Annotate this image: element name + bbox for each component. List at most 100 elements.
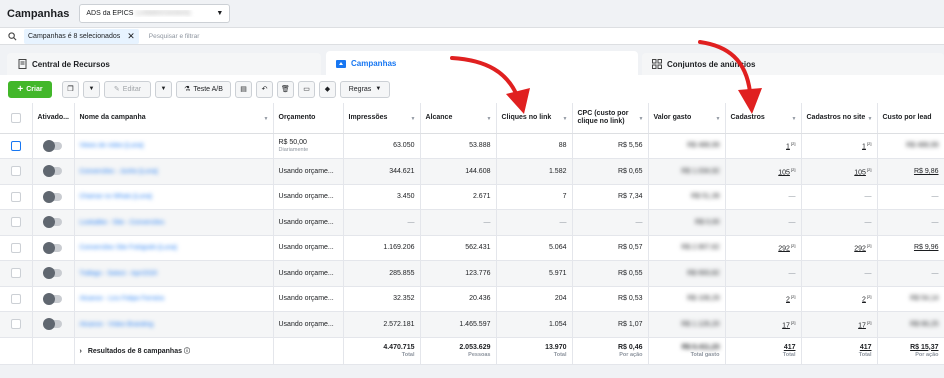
- campaign-name[interactable]: Conversões - Junho [Luna]: [80, 168, 158, 175]
- chevron-down-icon: ▼: [160, 86, 167, 92]
- table-row[interactable]: Tráfego - Select - Apr/2020 Usando orçame…: [0, 260, 944, 287]
- campaign-name[interactable]: Tráfego - Select - Apr/2020: [80, 270, 158, 277]
- campaign-name[interactable]: Lookalike - Site - Conversões: [80, 219, 165, 226]
- attribution-marker: [2]: [865, 141, 872, 147]
- edit-button[interactable]: ✎ Editar: [104, 80, 151, 98]
- cell-leads[interactable]: 105: [778, 169, 790, 176]
- cell-site-leads[interactable]: 17: [858, 322, 866, 329]
- campaign-name[interactable]: Alcance - Lics Felipe Ferreira: [80, 295, 165, 302]
- active-toggle[interactable]: [42, 190, 62, 203]
- ab-test-button[interactable]: ⚗ Teste A/B: [176, 80, 231, 98]
- select-all-checkbox[interactable]: [10, 112, 21, 123]
- table-row[interactable]: Views de vídeo [Luna] R$ 50,00 Diariamente…: [0, 133, 944, 159]
- undo-button[interactable]: ↶: [256, 80, 273, 98]
- table-row[interactable]: Conversões Site Fotógrafo [Luna] Usando o…: [0, 235, 944, 261]
- table-row[interactable]: Lookalike - Site - Conversões Usando orça…: [0, 209, 944, 236]
- cell-cpl[interactable]: R$ 9,86: [914, 168, 939, 175]
- tab-label: Campanhas: [351, 58, 397, 68]
- cell-leads: —: [788, 218, 796, 226]
- row-checkbox[interactable]: [10, 191, 21, 202]
- column-header[interactable]: Cliques no link ▼: [496, 103, 573, 134]
- row-checkbox[interactable]: [10, 242, 21, 253]
- cell-cpl[interactable]: R$ 66,25: [910, 321, 938, 328]
- table-row[interactable]: Conversões - Junho [Luna] Usando orçame..…: [0, 158, 944, 185]
- row-checkbox[interactable]: [10, 166, 21, 177]
- row-checkbox[interactable]: [10, 293, 21, 304]
- cell-cpl[interactable]: R$ 9,96: [914, 244, 939, 251]
- cell-clicks: 5.064: [548, 244, 567, 252]
- campaign-name[interactable]: Chamar no Whats [Luna]: [80, 193, 152, 200]
- column-header[interactable]: Alcance ▼: [420, 103, 497, 134]
- column-header[interactable]: Impressões ▼: [343, 103, 421, 134]
- cell-leads[interactable]: 292: [778, 245, 790, 252]
- attribution-marker: [2]: [789, 243, 796, 249]
- active-toggle[interactable]: [42, 165, 62, 178]
- active-toggle[interactable]: [42, 216, 62, 229]
- select-all-header[interactable]: [0, 103, 33, 134]
- close-icon[interactable]: ✕: [127, 31, 135, 42]
- column-header[interactable]: Ativado...: [32, 103, 75, 134]
- create-button[interactable]: + Criar: [8, 80, 52, 98]
- campaign-name[interactable]: Views de vídeo [Luna]: [80, 142, 144, 149]
- budget-value: Usando orçame...: [278, 269, 334, 277]
- cell-site-leads[interactable]: 292: [854, 245, 866, 252]
- campaign-name[interactable]: Conversões Site Fotógrafo [Luna]: [80, 244, 177, 251]
- active-toggle[interactable]: [42, 241, 62, 254]
- active-toggle[interactable]: [42, 139, 62, 152]
- preview-button[interactable]: ▭: [298, 80, 315, 98]
- total-site-leads[interactable]: 417: [860, 344, 872, 351]
- total-sub: Total: [782, 351, 796, 358]
- row-checkbox[interactable]: [10, 268, 21, 279]
- cell-cpl[interactable]: R$ 488,99: [906, 142, 938, 149]
- cell-cpl: —: [931, 269, 939, 277]
- comment-icon: ▭: [303, 86, 310, 93]
- clipboard-button[interactable]: ▤: [235, 80, 252, 98]
- tab-campaigns[interactable]: Campanhas: [326, 51, 638, 75]
- cell-leads[interactable]: 17: [782, 322, 790, 329]
- column-header[interactable]: CPC (custo por clique no link) ▼: [572, 103, 649, 134]
- filter-chip[interactable]: Campanhas é 8 selecionados ✕: [24, 28, 139, 44]
- tag-button[interactable]: ◆: [319, 80, 336, 98]
- cell-site-leads[interactable]: 105: [854, 169, 866, 176]
- flask-icon: ⚗: [184, 86, 191, 93]
- table-row[interactable]: Alcance - Vídeo Branding Usando orçame...…: [0, 311, 944, 338]
- tab-resource-center[interactable]: Central de Recursos: [7, 53, 321, 75]
- duplicate-menu-button[interactable]: ▼: [83, 80, 100, 98]
- duplicate-button[interactable]: ❐: [62, 80, 79, 98]
- active-toggle[interactable]: [42, 267, 62, 280]
- campaign-name[interactable]: Alcance - Vídeo Branding: [80, 321, 154, 328]
- cell-cpc: R$ 0,57: [617, 244, 643, 252]
- total-cpl[interactable]: R$ 15,37: [910, 344, 938, 351]
- cell-impressions: 344.621: [389, 167, 415, 175]
- row-checkbox[interactable]: [10, 217, 21, 228]
- column-header[interactable]: Cadastros no site ▼: [801, 103, 878, 134]
- column-header[interactable]: Custo por lead: [877, 103, 944, 134]
- cell-cpl[interactable]: R$ 54,14: [910, 295, 938, 302]
- budget-value: Usando orçame...: [278, 295, 334, 303]
- cell-reach: 2.671: [472, 193, 491, 201]
- row-checkbox[interactable]: [10, 319, 21, 330]
- budget-value: R$ 50,00: [278, 138, 307, 146]
- active-toggle[interactable]: [42, 292, 62, 305]
- tab-ad-sets[interactable]: Conjuntos de anúncios: [642, 53, 944, 75]
- search-input[interactable]: Pesquisar e filtrar: [149, 33, 200, 40]
- table-row[interactable]: Chamar no Whats [Luna] Usando orçame... 3.…: [0, 184, 944, 210]
- info-icon[interactable]: ⓘ: [184, 349, 190, 355]
- column-header[interactable]: Valor gasto ▼: [648, 103, 726, 134]
- column-header[interactable]: Nome da campanha ▼: [74, 103, 274, 134]
- account-selector[interactable]: ADS da EPICS (1498800340849) ▼: [79, 4, 231, 23]
- row-checkbox[interactable]: [10, 140, 21, 151]
- table-row[interactable]: Alcance - Lics Felipe Ferreira Usando orç…: [0, 286, 944, 312]
- delete-button[interactable]: 🗑: [277, 80, 294, 98]
- column-header[interactable]: Orçamento: [273, 103, 344, 134]
- cell-leads: —: [788, 193, 796, 201]
- rules-button[interactable]: Regras ▼: [340, 80, 390, 98]
- sort-icon: ▼: [791, 116, 797, 122]
- column-header[interactable]: Cadastros ▼: [725, 103, 802, 134]
- chevron-right-icon[interactable]: ›: [80, 348, 82, 355]
- total-leads[interactable]: 417: [784, 344, 796, 351]
- active-toggle[interactable]: [42, 318, 62, 331]
- search-filter-bar[interactable]: Campanhas é 8 selecionados ✕ Pesquisar e…: [0, 27, 944, 45]
- tab-label: Conjuntos de anúncios: [667, 59, 756, 69]
- edit-menu-button[interactable]: ▼: [155, 80, 172, 98]
